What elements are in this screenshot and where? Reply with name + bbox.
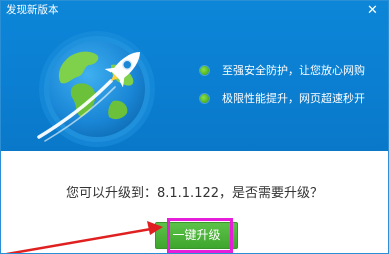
feature-label: 至强安全防护，让您放心网购	[222, 64, 365, 77]
globe-rocket-illustration	[15, 21, 185, 151]
green-dot-icon	[200, 94, 209, 103]
feature-label: 极限性能提升，网页超速秒开	[222, 92, 365, 105]
globe-icon	[37, 31, 155, 147]
window-title: 发现新版本	[6, 4, 59, 16]
one-click-upgrade-button[interactable]: 一键升级	[155, 222, 238, 249]
green-dot-icon	[200, 66, 209, 75]
close-button[interactable]: ✕	[365, 3, 380, 18]
upgrade-prompt: 您可以升级到：8.1.1.122，是否需要升级？	[65, 186, 324, 201]
update-dialog: 发现新版本 ✕ 至强安全防护，让您放心网购 极限性能提升，网页超速秒开 您可以升…	[0, 0, 389, 254]
hero-banner: 发现新版本 ✕ 至强安全防护，让您放心网购 极限性能提升，网页超速秒开	[1, 1, 388, 151]
title-bar: 发现新版本 ✕	[1, 1, 388, 20]
